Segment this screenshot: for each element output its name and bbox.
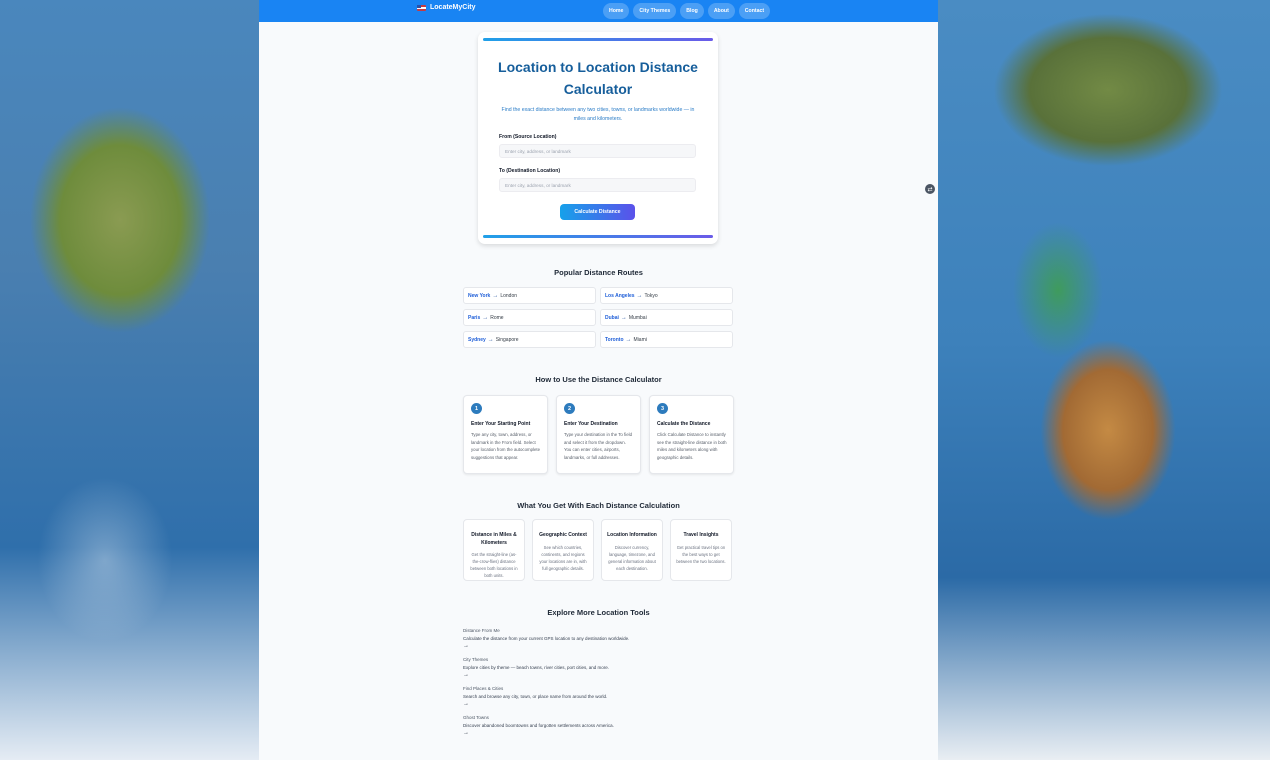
feature-title: Geographic Context (539, 532, 587, 538)
nav-city-themes[interactable]: City Themes (633, 3, 677, 19)
features-title: What You Get With Each Distance Calculat… (517, 501, 680, 510)
route-from: Sydney (468, 336, 486, 343)
arrow-right-icon: → (463, 730, 469, 736)
route-item[interactable]: Los Angeles → Tokyo (600, 287, 733, 304)
nav-home[interactable]: Home (603, 3, 630, 19)
how-to-step-card: 2 Enter Your Destination Type your desti… (556, 395, 641, 474)
feature-title: Location Information (607, 532, 657, 538)
tools-list: Distance From Me Calculate the distance … (463, 627, 713, 743)
step-description: Click Calculate Distance to instantly se… (657, 432, 727, 460)
arrow-right-icon: → (620, 314, 627, 321)
route-item[interactable]: Toronto → Miami (600, 331, 733, 348)
popular-routes-title: Popular Distance Routes (554, 268, 643, 277)
feature-title: Travel Insights (683, 532, 719, 538)
world-map-left-background (0, 0, 259, 760)
tool-description: Search and browse any city, town, or pla… (463, 693, 608, 699)
tool-description: Calculate the distance from your current… (463, 635, 630, 641)
step-title: Calculate the Distance (657, 421, 711, 427)
step-title: Enter Your Starting Point (471, 421, 531, 427)
step-number-badge: 2 (564, 403, 575, 414)
how-to-step-card: 3 Calculate the Distance Click Calculate… (649, 395, 734, 474)
route-to: Rome (490, 314, 504, 321)
page-subtitle: Find the exact distance between any two … (501, 107, 695, 122)
arrow-right-icon: → (463, 701, 469, 707)
us-flag-icon (417, 4, 426, 11)
distance-calculator-card: Location to Location Distance Calculator… (478, 32, 718, 244)
arrow-right-icon: → (463, 672, 469, 678)
route-from: Paris (468, 314, 481, 321)
feature-description: Discover currency, language, timezone, a… (608, 544, 656, 571)
route-item[interactable]: Sydney → Singapore (463, 331, 596, 348)
from-label: From (Source Location) (499, 134, 557, 140)
arrow-right-icon: → (636, 292, 643, 299)
brand[interactable]: LocateMyCity (417, 4, 476, 11)
feature-card: Geographic Context See which countries, … (532, 519, 594, 581)
nav-contact[interactable]: Contact (738, 3, 771, 19)
route-item[interactable]: Dubai → Mumbai (600, 309, 733, 326)
language-toggle-icon[interactable]: ⇄ (925, 184, 935, 194)
tool-name: Ghost Towns (463, 715, 489, 720)
route-from: Toronto (605, 336, 624, 343)
tool-name: Find Places & Cities (463, 686, 504, 691)
arrow-right-icon: → (492, 292, 499, 299)
calculate-distance-button[interactable]: Calculate Distance (560, 204, 635, 220)
how-to-step-card: 1 Enter Your Starting Point Type any cit… (463, 395, 548, 474)
tools-title: Explore More Location Tools (547, 608, 650, 617)
route-to: Singapore (495, 336, 519, 343)
step-description: Type any city, town, address, or landmar… (471, 432, 541, 460)
route-to: London (500, 292, 518, 299)
to-location-input[interactable]: Enter city, address, or landmark (499, 178, 696, 192)
arrow-right-icon: → (625, 336, 632, 343)
route-item[interactable]: Paris → Rome (463, 309, 596, 326)
tool-item[interactable]: Ghost Towns Discover abandoned boomtowns… (463, 714, 713, 737)
feature-description: See which countries, continents, and reg… (539, 544, 587, 571)
feature-card: Travel Insights Get practical travel tip… (670, 519, 732, 581)
how-to-grid: 1 Enter Your Starting Point Type any cit… (463, 395, 734, 474)
route-to: Miami (633, 336, 647, 343)
step-title: Enter Your Destination (564, 421, 618, 427)
from-location-input[interactable]: Enter city, address, or landmark (499, 144, 696, 158)
arrow-right-icon: → (487, 336, 494, 343)
step-number-badge: 3 (657, 403, 668, 414)
feature-description: Get practical travel tips on the best wa… (676, 544, 726, 564)
tool-name: Distance From Me (463, 628, 500, 633)
brand-name: LocateMyCity (430, 4, 476, 11)
route-from: New York (468, 292, 491, 299)
arrow-right-icon: → (482, 314, 489, 321)
tool-description: Explore cities by theme — beach towns, r… (463, 664, 610, 670)
page-title: Location to Location Distance Calculator (498, 59, 698, 97)
tool-item[interactable]: Find Places & Cities Search and browse a… (463, 685, 713, 708)
route-from: Los Angeles (605, 292, 635, 299)
to-label: To (Destination Location) (499, 168, 561, 174)
route-item[interactable]: New York → London (463, 287, 596, 304)
tool-name: City Themes (463, 657, 489, 662)
route-to: Tokyo (644, 292, 658, 299)
top-navigation: LocateMyCity Home City Themes Blog About… (259, 0, 938, 22)
tool-item[interactable]: City Themes Explore cities by theme — be… (463, 656, 713, 679)
nav-links: Home City Themes Blog About Contact (603, 3, 771, 19)
step-number-badge: 1 (471, 403, 482, 414)
how-to-title: How to Use the Distance Calculator (535, 375, 662, 384)
tool-description: Discover abandoned boomtowns and forgott… (463, 722, 614, 728)
nav-blog[interactable]: Blog (680, 3, 704, 19)
feature-description: Get the straight-line (as-the-crow-flies… (470, 552, 518, 578)
nav-about[interactable]: About (707, 3, 735, 19)
step-description: Type your destination in the To field an… (564, 432, 633, 460)
feature-title: Distance in Miles & Kilometers (471, 532, 517, 546)
feature-card: Distance in Miles & Kilometers Get the s… (463, 519, 525, 581)
route-from: Dubai (605, 314, 619, 321)
main-page: LocateMyCity Home City Themes Blog About… (259, 0, 938, 760)
feature-card: Location Information Discover currency, … (601, 519, 663, 581)
world-map-right-background (938, 0, 1270, 760)
features-grid: Distance in Miles & Kilometers Get the s… (463, 519, 734, 581)
route-to: Mumbai (628, 314, 647, 321)
tool-item[interactable]: Distance From Me Calculate the distance … (463, 627, 713, 650)
popular-routes-grid: New York → London Los Angeles → Tokyo Paris →… (463, 287, 733, 349)
arrow-right-icon: → (463, 643, 469, 649)
